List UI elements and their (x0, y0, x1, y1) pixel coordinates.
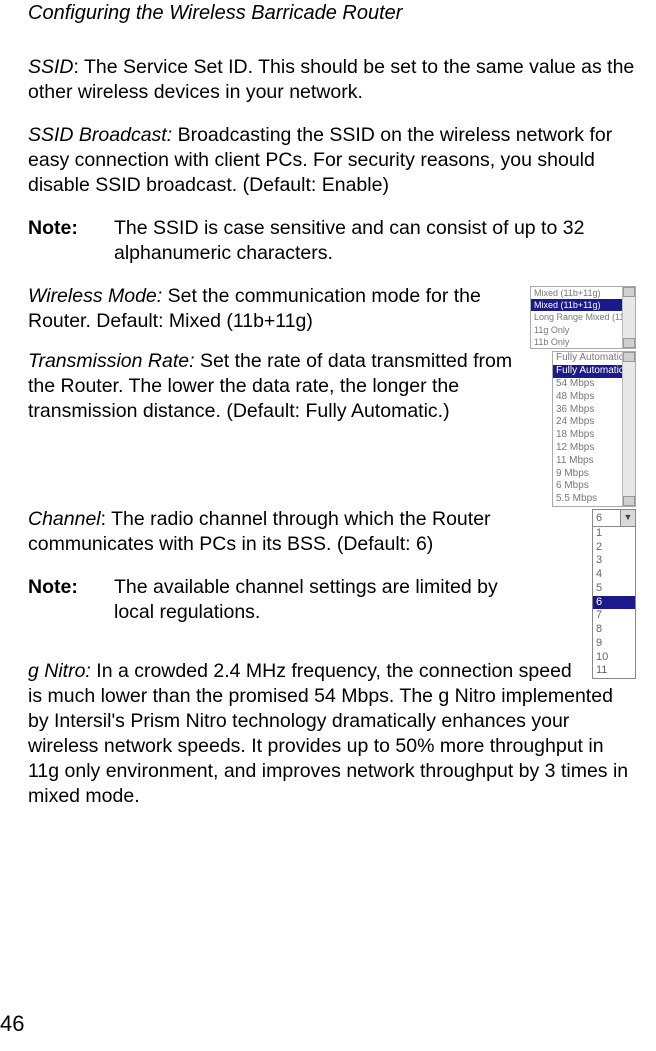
note-text: The SSID is case sensitive and can consi… (114, 216, 636, 266)
scroll-down-icon[interactable] (623, 338, 635, 348)
paragraph-ssid-broadcast: SSID Broadcast: Broadcasting the SSID on… (28, 123, 636, 198)
term-ssid: SSID (28, 56, 74, 78)
term-transmission-rate: Transmission Rate: (28, 350, 195, 372)
list-item[interactable]: 11g Only (531, 324, 635, 336)
page-number: 46 (0, 1011, 24, 1037)
note-ssid-case: Note: The SSID is case sensitive and can… (28, 216, 636, 266)
list-item[interactable]: 1 (593, 527, 635, 541)
transmission-rate-listbox[interactable]: Fully Automatic Fully Automatic 54 Mbps … (552, 351, 636, 507)
list-item[interactable]: Long Range Mixed (11b+11g) (531, 311, 635, 323)
list-item[interactable]: 11 (593, 664, 635, 678)
term-gnitro: g Nitro: (28, 660, 91, 682)
list-item[interactable]: 2 (593, 541, 635, 555)
list-item[interactable]: 6 (593, 596, 635, 610)
channel-select-box[interactable]: 6 ▼ (592, 509, 636, 527)
channel-selected-value: 6 (593, 511, 620, 525)
scroll-down-icon[interactable] (623, 496, 635, 506)
note-label: Note: (28, 575, 114, 625)
list-item[interactable]: 11b Only (531, 336, 635, 348)
list-item[interactable]: 10 (593, 651, 635, 665)
wireless-mode-listbox[interactable]: Mixed (11b+11g) Mixed (11b+11g) Long Ran… (530, 286, 636, 350)
note-channel-regulations: Note: The available channel settings are… (28, 575, 582, 625)
term-wireless-mode: Wireless Mode: (28, 285, 162, 307)
scroll-up-icon[interactable] (623, 287, 635, 297)
list-item[interactable]: 4 (593, 568, 635, 582)
list-item[interactable]: 7 (593, 609, 635, 623)
list-item[interactable]: 3 (593, 554, 635, 568)
scrollbar[interactable] (622, 352, 635, 506)
list-item[interactable]: 5 (593, 582, 635, 596)
term-channel: Channel (28, 508, 101, 530)
paragraph-transmission-rate: Transmission Rate: Set the rate of data … (28, 349, 636, 479)
paragraph-gnitro: g Nitro: In a crowded 2.4 MHz frequency,… (28, 659, 636, 809)
list-item[interactable]: 8 (593, 623, 635, 637)
paragraph-ssid: SSID: The Service Set ID. This should be… (28, 55, 636, 105)
channel-select[interactable]: 6 ▼ 1 2 3 4 5 6 7 8 9 10 11 (592, 509, 636, 679)
list-item[interactable]: Mixed (11b+11g) (531, 299, 635, 311)
scroll-up-icon[interactable] (623, 352, 635, 362)
chevron-down-icon[interactable]: ▼ (620, 510, 635, 526)
term-ssid-broadcast: SSID Broadcast: (28, 124, 172, 146)
scrollbar[interactable] (622, 287, 635, 349)
text-ssid: : The Service Set ID. This should be set… (28, 56, 634, 103)
text-gnitro: In a crowded 2.4 MHz frequency, the conn… (28, 660, 628, 807)
page-header: Configuring the Wireless Barricade Route… (28, 0, 636, 55)
list-item[interactable]: 9 (593, 637, 635, 651)
list-item[interactable]: Mixed (11b+11g) (531, 287, 635, 299)
channel-option-list[interactable]: 1 2 3 4 5 6 7 8 9 10 11 (592, 527, 636, 679)
note-label: Note: (28, 216, 114, 266)
note-text: The available channel settings are limit… (114, 575, 522, 625)
paragraph-channel: Channel: The radio channel through which… (28, 507, 636, 557)
